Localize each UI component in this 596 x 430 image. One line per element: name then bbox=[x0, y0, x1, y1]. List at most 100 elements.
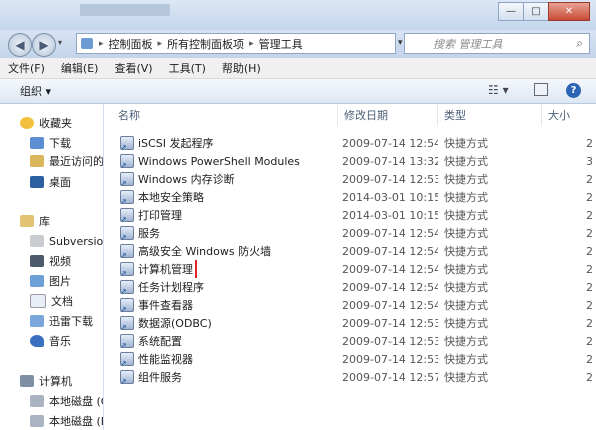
shortcut-icon bbox=[120, 280, 134, 296]
file-date: 2009-07-14 12:54 bbox=[342, 280, 438, 294]
file-name: 计算机管理 bbox=[138, 263, 193, 276]
file-type: 快捷方式 bbox=[444, 209, 488, 222]
column-header-size[interactable]: 大小 bbox=[542, 104, 582, 126]
sidebar-item-subversion[interactable]: Subversion bbox=[30, 232, 103, 250]
menu-file[interactable]: 文件(F) bbox=[0, 60, 53, 76]
recent-pages-chevron-icon[interactable]: ▾ bbox=[58, 38, 62, 47]
address-dropdown-icon[interactable]: ▾ bbox=[398, 38, 403, 48]
help-icon[interactable]: ? bbox=[566, 83, 581, 98]
view-options-icon[interactable]: ☷ ▾ bbox=[488, 83, 509, 97]
table-row[interactable]: 任务计划程序 2009-07-14 12:54 快捷方式 2 bbox=[104, 278, 596, 296]
file-size: 2 bbox=[586, 226, 593, 240]
file-entry[interactable]: 数据源(ODBC) bbox=[118, 314, 214, 332]
file-entry[interactable]: 服务 bbox=[118, 224, 162, 242]
sidebar-libraries[interactable]: 库 bbox=[20, 212, 50, 230]
breadcrumb-control-panel[interactable]: 控制面板 bbox=[106, 36, 156, 52]
file-size: 2 bbox=[586, 208, 593, 222]
file-entry[interactable]: 高级安全 Windows 防火墙 bbox=[118, 242, 273, 260]
sidebar-item-drive-d[interactable]: 本地磁盘 (D bbox=[30, 412, 104, 430]
computer-icon bbox=[20, 375, 34, 387]
file-type: 快捷方式 bbox=[444, 173, 488, 186]
back-button[interactable]: ◀ bbox=[8, 33, 32, 57]
file-name: 系统配置 bbox=[138, 335, 182, 348]
shortcut-icon bbox=[120, 334, 134, 350]
maximize-button[interactable]: □ bbox=[523, 2, 549, 21]
column-header-date[interactable]: 修改日期 bbox=[338, 104, 438, 126]
file-entry[interactable]: 系统配置 bbox=[118, 332, 184, 350]
file-size: 2 bbox=[586, 370, 593, 384]
sidebar-favorites[interactable]: 收藏夹 bbox=[20, 114, 72, 132]
hard-drive-icon bbox=[30, 415, 44, 427]
address-bar[interactable]: ▸ 控制面板 ▸ 所有控制面板项 ▸ 管理工具 bbox=[76, 33, 396, 54]
file-entry[interactable]: Windows PowerShell Modules bbox=[118, 153, 302, 170]
file-entry[interactable]: 任务计划程序 bbox=[118, 278, 206, 296]
sidebar-libraries-label: 库 bbox=[39, 215, 50, 228]
forward-button[interactable]: ▶ bbox=[32, 33, 56, 57]
file-entry[interactable]: 性能监视器 bbox=[118, 350, 195, 368]
table-row[interactable]: 数据源(ODBC) 2009-07-14 12:53 快捷方式 2 bbox=[104, 314, 596, 332]
file-name-cell: 服务 bbox=[118, 224, 336, 242]
sidebar-computer[interactable]: 计算机 bbox=[20, 372, 72, 390]
file-entry[interactable]: Windows 内存诊断 bbox=[118, 170, 237, 188]
menu-help[interactable]: 帮助(H) bbox=[214, 60, 269, 76]
search-input[interactable]: 搜索 管理工具 ⌕ bbox=[404, 33, 590, 54]
file-name: 组件服务 bbox=[138, 371, 182, 384]
sidebar-item-xunlei[interactable]: 迅雷下载 bbox=[30, 312, 93, 330]
preview-pane-icon[interactable] bbox=[534, 83, 548, 96]
downloads-folder-icon bbox=[30, 137, 44, 149]
breadcrumb-admin-tools[interactable]: 管理工具 bbox=[256, 36, 306, 52]
table-row[interactable]: 系统配置 2009-07-14 12:53 快捷方式 2 bbox=[104, 332, 596, 350]
organize-button[interactable]: 组织 ▾ bbox=[0, 83, 51, 99]
table-row[interactable]: 性能监视器 2009-07-14 12:53 快捷方式 2 bbox=[104, 350, 596, 368]
column-header-type[interactable]: 类型 bbox=[438, 104, 542, 126]
file-type: 快捷方式 bbox=[444, 245, 488, 258]
sidebar-item-downloads[interactable]: 下载 bbox=[30, 134, 71, 152]
close-button[interactable]: ✕ bbox=[548, 2, 590, 21]
table-row[interactable]: 高级安全 Windows 防火墙 2009-07-14 12:54 快捷方式 2 bbox=[104, 242, 596, 260]
shortcut-icon bbox=[120, 298, 134, 314]
recent-places-icon bbox=[30, 155, 44, 167]
sidebar-item-label: 本地磁盘 (D bbox=[49, 415, 104, 428]
navigation-pane: 收藏夹 下载 最近访问的 桌面 库 Subversion 视频 图片 文档 迅雷… bbox=[0, 104, 104, 430]
table-row[interactable]: Windows PowerShell Modules 2009-07-14 13:… bbox=[104, 152, 596, 170]
file-size: 2 bbox=[586, 190, 593, 204]
breadcrumb-all-items[interactable]: 所有控制面板项 bbox=[164, 36, 247, 52]
file-entry[interactable]: 本地安全策略 bbox=[118, 188, 206, 206]
file-size: 2 bbox=[586, 172, 593, 186]
sidebar-item-desktop[interactable]: 桌面 bbox=[30, 173, 71, 191]
file-entry[interactable]: 打印管理 bbox=[118, 206, 184, 224]
menu-tools[interactable]: 工具(T) bbox=[161, 60, 214, 76]
file-type: 快捷方式 bbox=[444, 227, 488, 240]
menu-view[interactable]: 查看(V) bbox=[106, 60, 160, 76]
table-row[interactable]: Windows 内存诊断 2009-07-14 12:53 快捷方式 2 bbox=[104, 170, 596, 188]
file-entry[interactable]: 组件服务 bbox=[118, 368, 184, 386]
table-row[interactable]: 本地安全策略 2014-03-01 10:15 快捷方式 2 bbox=[104, 188, 596, 206]
sidebar-item-documents[interactable]: 文档 bbox=[30, 292, 73, 310]
table-row[interactable]: 事件查看器 2009-07-14 12:54 快捷方式 2 bbox=[104, 296, 596, 314]
file-name: 高级安全 Windows 防火墙 bbox=[138, 245, 272, 258]
column-header-name[interactable]: 名称 bbox=[112, 104, 338, 126]
file-date: 2009-07-14 12:53 bbox=[342, 172, 438, 186]
file-name-cell: Windows PowerShell Modules bbox=[118, 152, 336, 170]
sidebar-item-drive-c[interactable]: 本地磁盘 (C bbox=[30, 392, 104, 410]
table-row[interactable]: 组件服务 2009-07-14 12:57 快捷方式 2 bbox=[104, 368, 596, 386]
table-row[interactable]: 计算机管理 2009-07-14 12:54 快捷方式 2 bbox=[104, 260, 596, 278]
sidebar-item-recent[interactable]: 最近访问的 bbox=[30, 152, 103, 170]
minimize-button[interactable]: — bbox=[498, 2, 524, 21]
search-icon[interactable]: ⌕ bbox=[576, 36, 583, 51]
table-row[interactable]: 服务 2009-07-14 12:54 快捷方式 2 bbox=[104, 224, 596, 242]
sidebar-item-pictures[interactable]: 图片 bbox=[30, 272, 71, 290]
sidebar-item-videos[interactable]: 视频 bbox=[30, 252, 71, 270]
star-icon bbox=[20, 117, 34, 129]
sidebar-item-music[interactable]: 音乐 bbox=[30, 332, 71, 350]
file-size: 2 bbox=[586, 334, 593, 348]
table-row[interactable]: 打印管理 2014-03-01 10:15 快捷方式 2 bbox=[104, 206, 596, 224]
file-size: 2 bbox=[586, 136, 593, 150]
table-row[interactable]: iSCSI 发起程序 2009-07-14 12:54 快捷方式 2 bbox=[104, 134, 596, 152]
sidebar-item-label: 本地磁盘 (C bbox=[49, 395, 104, 408]
file-entry[interactable]: iSCSI 发起程序 bbox=[118, 134, 215, 152]
file-name-cell: 事件查看器 bbox=[118, 296, 336, 314]
menu-edit[interactable]: 编辑(E) bbox=[53, 60, 107, 76]
file-entry[interactable]: 事件查看器 bbox=[118, 296, 195, 314]
highlighted-file-entry[interactable]: 计算机管理 bbox=[118, 260, 197, 278]
